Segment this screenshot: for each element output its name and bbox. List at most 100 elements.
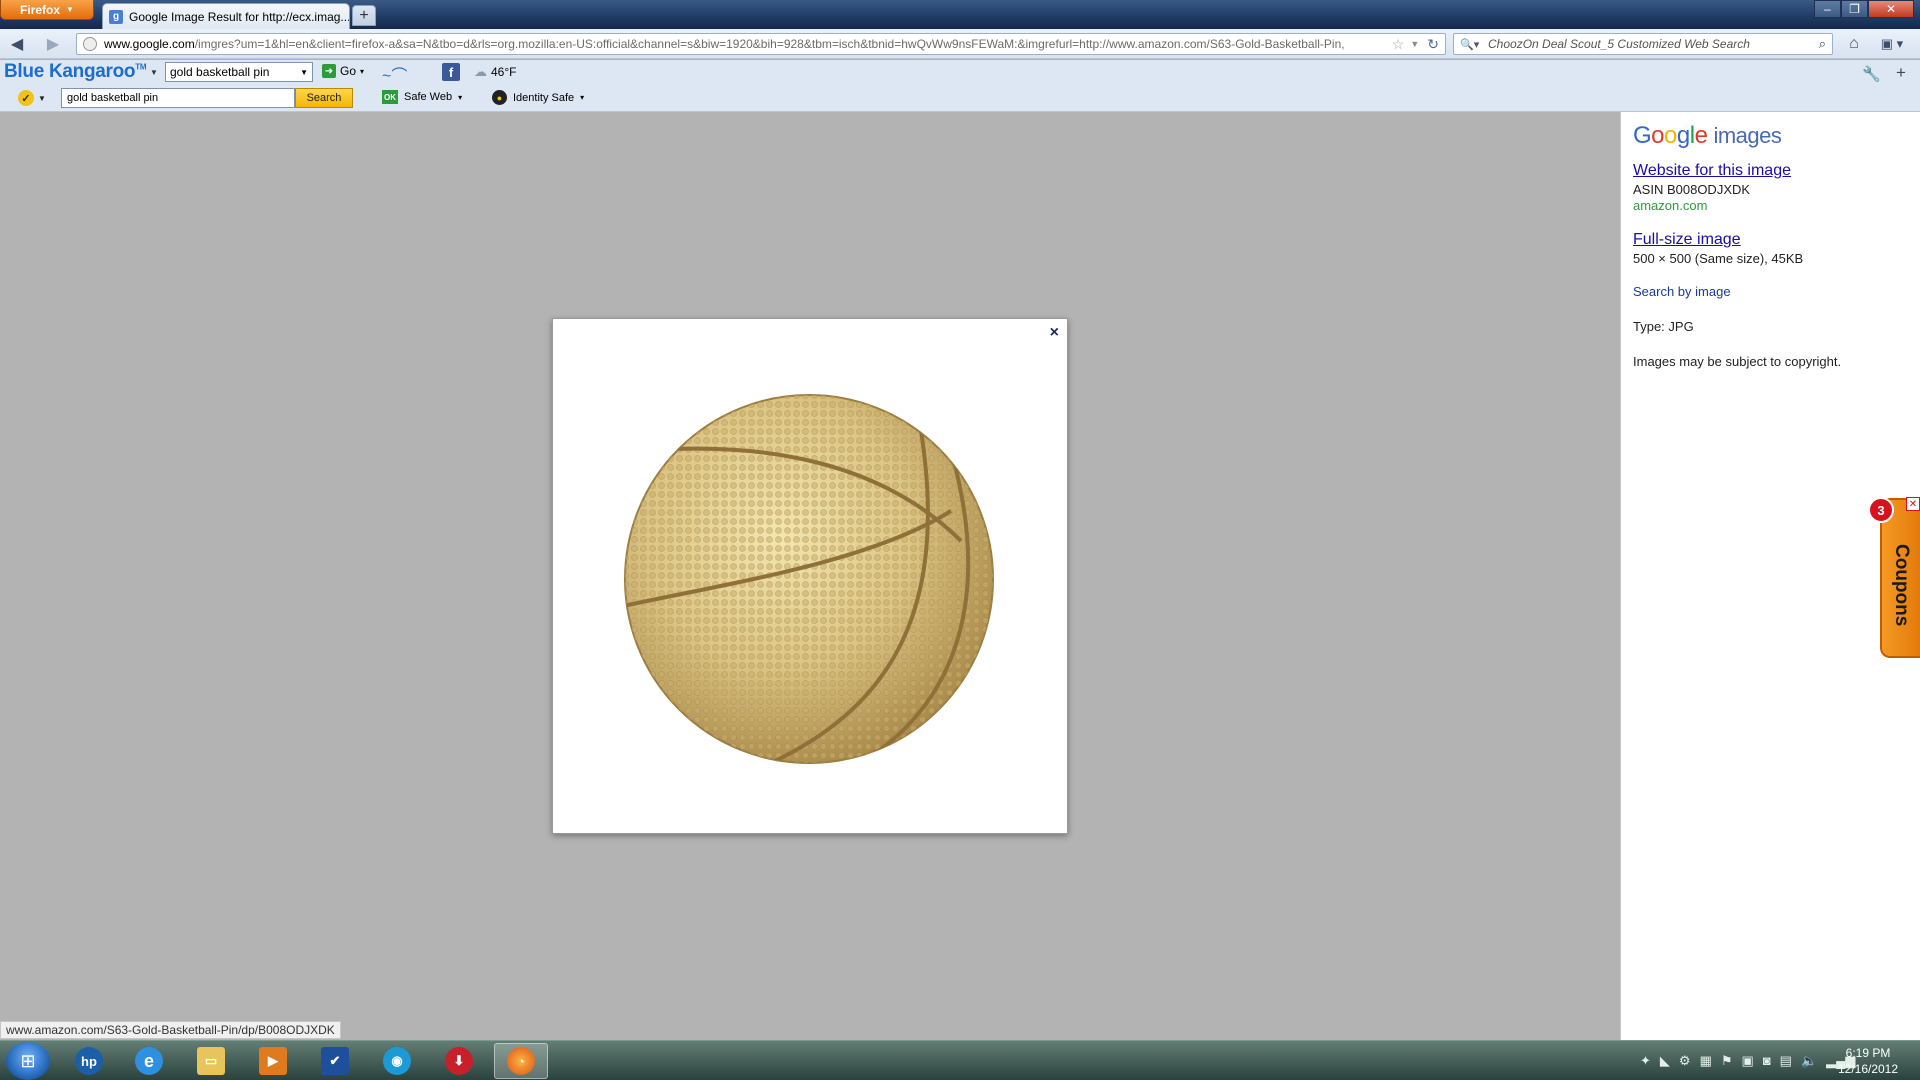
image-info-panel: Google images Website for this image ASIN… bbox=[1620, 112, 1920, 1040]
back-button[interactable]: ◀ bbox=[6, 34, 28, 54]
google-logo-letter: o bbox=[1664, 122, 1677, 149]
chevron-down-icon: ▾ bbox=[458, 92, 463, 102]
tray-app-icon[interactable]: ▤ bbox=[1780, 1053, 1792, 1069]
safe-web-menu[interactable]: OK Safe Web ▾ bbox=[382, 90, 462, 104]
taskbar-download-app[interactable]: ⬇ bbox=[432, 1043, 486, 1079]
google-logo-letter: e bbox=[1694, 122, 1708, 149]
bookmarks-menu-icon[interactable]: ▣ ▾ bbox=[1874, 33, 1910, 55]
asin-text: ASIN B008ODJXDK bbox=[1633, 182, 1751, 197]
norton-toolbar: ✓ ▼ gold basketball pin Search OK Safe W… bbox=[0, 84, 1920, 112]
address-bar[interactable]: www.google.com/imgres?um=1&hl=en&client=… bbox=[76, 33, 1446, 55]
norton-check-icon[interactable]: ✓ bbox=[18, 90, 34, 106]
kangaroo-search-select[interactable]: gold basketball pin ▼ bbox=[165, 62, 313, 82]
media-player-icon: ▶ bbox=[259, 1047, 287, 1075]
action-center-flag-icon[interactable]: ⚑ bbox=[1721, 1053, 1733, 1069]
tab-title: Google Image Result for http://ecx.imag.… bbox=[129, 9, 350, 24]
clock-time: 6:19 PM bbox=[1845, 1046, 1891, 1060]
blue-kangaroo-logo[interactable]: Blue KangarooTM bbox=[4, 61, 146, 83]
taskbar-firefox[interactable]: ◔ bbox=[494, 1043, 548, 1079]
start-button[interactable]: ⊞ bbox=[6, 1042, 50, 1080]
coupons-count-badge: 3 bbox=[1868, 497, 1894, 523]
window-close-button[interactable]: ✕ bbox=[1868, 0, 1914, 18]
folder-icon: ▭ bbox=[197, 1047, 225, 1075]
search-placeholder: ChoozOn Deal Scout_5 Customized Web Sear… bbox=[1488, 37, 1750, 51]
url-text: www.google.com/imgres?um=1&hl=en&client=… bbox=[104, 37, 1384, 51]
identity-safe-menu[interactable]: ● Identity Safe ▾ bbox=[492, 90, 584, 105]
firefox-menu-label: Firefox bbox=[20, 2, 61, 17]
source-domain: amazon.com bbox=[1633, 198, 1708, 213]
firefox-menu-button[interactable]: Firefox ▼ bbox=[0, 0, 94, 20]
site-identity-icon[interactable] bbox=[83, 37, 97, 51]
taskbar-hp[interactable]: hp bbox=[62, 1043, 116, 1079]
forward-button[interactable]: ▶ bbox=[42, 34, 64, 54]
google-logo-letter: g bbox=[1676, 122, 1690, 149]
search-go-icon[interactable]: ⌕ bbox=[1819, 36, 1826, 52]
tab-google-image-result[interactable]: g Google Image Result for http://ecx.ima… bbox=[102, 3, 350, 29]
clock-date: 12/16/2012 bbox=[1837, 1062, 1899, 1076]
brand-tm: TM bbox=[135, 62, 147, 72]
norton-tray-icon[interactable]: ◙ bbox=[1763, 1053, 1771, 1069]
google-favicon-icon: g bbox=[109, 9, 123, 24]
globe-icon: ◉ bbox=[383, 1047, 411, 1075]
tray-app-icon[interactable]: ✦ bbox=[1640, 1053, 1651, 1069]
taskbar-explorer[interactable]: ▭ bbox=[184, 1043, 238, 1079]
coupons-label: Coupons bbox=[1891, 543, 1912, 627]
chevron-down-icon[interactable]: ▼ bbox=[38, 94, 46, 103]
tray-app-icon[interactable]: ▣ bbox=[1742, 1053, 1754, 1069]
taskbar-globe-app[interactable]: ◉ bbox=[370, 1043, 424, 1079]
images-word: images bbox=[1713, 123, 1782, 148]
firefox-icon: ◔ bbox=[507, 1047, 535, 1075]
cloud-icon: ☁ bbox=[474, 64, 487, 79]
navigation-bar: ◀ ▶ www.google.com/imgres?um=1&hl=en&cli… bbox=[0, 29, 1920, 59]
system-tray: ✦ ◣ ⚙ ▦ ⚑ ▣ ◙ ▤ 🔈 ▂▄▆ bbox=[1640, 1053, 1855, 1069]
volume-icon[interactable]: 🔈 bbox=[1801, 1053, 1817, 1069]
chevron-down-icon: ▼ bbox=[66, 5, 74, 14]
close-icon[interactable]: × bbox=[1050, 324, 1059, 342]
brand-text: Blue Kangaroo bbox=[4, 61, 136, 82]
chevron-down-icon: ▼ bbox=[300, 67, 308, 77]
gold-basketball-pin-image[interactable] bbox=[621, 391, 997, 767]
safe-web-ok-icon: OK bbox=[382, 90, 398, 104]
google-images-logo[interactable]: Google images bbox=[1633, 122, 1908, 150]
image-dimensions: 500 × 500 (Same size), 45KB bbox=[1633, 251, 1804, 266]
coupons-close-icon[interactable]: ✕ bbox=[1906, 497, 1920, 511]
kangaroo-go-button[interactable]: ➜ Go ▾ bbox=[322, 64, 364, 78]
nvidia-icon[interactable]: ◣ bbox=[1660, 1053, 1670, 1069]
title-bar: Firefox ▼ g Google Image Result for http… bbox=[0, 0, 1920, 29]
tray-app-icon[interactable]: ⚙ bbox=[1679, 1053, 1691, 1069]
system-clock[interactable]: 6:19 PM 12/16/2012 bbox=[1828, 1045, 1908, 1077]
web-search-box[interactable]: 🔍▾ ChoozOn Deal Scout_5 Customized Web S… bbox=[1453, 33, 1833, 55]
kangaroo-search-value: gold basketball pin bbox=[170, 65, 270, 79]
google-logo-letter: G bbox=[1633, 122, 1652, 149]
search-by-image-link[interactable]: Search by image bbox=[1633, 284, 1908, 299]
taskbar-tasks[interactable]: ✔ bbox=[308, 1043, 362, 1079]
full-size-image-link[interactable]: Full-size image bbox=[1633, 231, 1908, 249]
weather-widget[interactable]: ☁ 46°F bbox=[474, 64, 516, 80]
history-dropdown-icon[interactable]: ▼ bbox=[1410, 39, 1419, 49]
restore-button[interactable]: ❐ bbox=[1841, 0, 1868, 18]
wrench-icon[interactable]: 🔧 bbox=[1862, 65, 1881, 83]
norton-search-input[interactable]: gold basketball pin bbox=[61, 88, 295, 108]
minimize-button[interactable]: – bbox=[1814, 0, 1841, 18]
norton-search-button[interactable]: Search bbox=[295, 88, 353, 108]
add-icon[interactable]: + bbox=[1896, 63, 1906, 83]
window-controls: – ❐ ✕ bbox=[1814, 0, 1914, 18]
url-path: /imgres?um=1&hl=en&client=firefox-a&sa=N… bbox=[194, 37, 1345, 51]
taskbar-media-player[interactable]: ▶ bbox=[246, 1043, 300, 1079]
website-for-image-link[interactable]: Website for this image bbox=[1633, 162, 1908, 180]
copyright-notice: Images may be subject to copyright. bbox=[1633, 354, 1842, 369]
taskbar-internet-explorer[interactable]: e bbox=[122, 1043, 176, 1079]
status-bar-url: www.amazon.com/S63-Gold-Basketball-Pin/d… bbox=[0, 1021, 341, 1039]
kangaroo-icon[interactable]: ~⌒ bbox=[382, 62, 416, 85]
facebook-icon[interactable]: f bbox=[442, 63, 460, 81]
reload-icon[interactable]: ↻ bbox=[1427, 36, 1439, 53]
tray-app-icon[interactable]: ▦ bbox=[1700, 1053, 1712, 1069]
new-tab-button[interactable]: + bbox=[352, 5, 376, 26]
safe-web-label: Safe Web bbox=[404, 91, 453, 103]
chevron-down-icon: ▾ bbox=[360, 66, 365, 76]
search-engine-icon[interactable]: 🔍▾ bbox=[1460, 38, 1488, 51]
home-icon[interactable]: ⌂ bbox=[1842, 33, 1866, 55]
bookmark-star-icon[interactable]: ☆ bbox=[1392, 36, 1405, 53]
url-domain: www.google.com bbox=[104, 37, 195, 51]
chevron-down-icon[interactable]: ▼ bbox=[150, 68, 158, 77]
